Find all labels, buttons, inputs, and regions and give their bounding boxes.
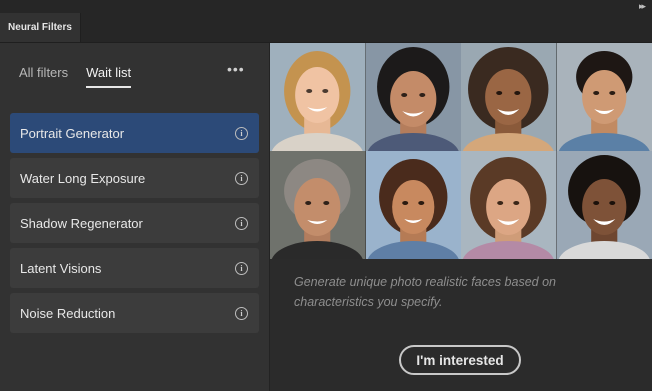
filter-list: Portrait Generator i Water Long Exposure… (10, 113, 259, 338)
filters-sidebar: All filters Wait list ••• Portrait Gener… (0, 43, 270, 391)
filter-tabs: All filters Wait list (19, 65, 132, 88)
filter-item-noise-reduction[interactable]: Noise Reduction i (10, 293, 259, 333)
info-icon[interactable]: i (235, 171, 248, 185)
portrait-image (270, 151, 366, 259)
filter-description: Generate unique photo realistic faces ba… (294, 275, 556, 309)
filter-preview: Generate unique photo realistic faces ba… (270, 43, 652, 391)
tab-all-filters[interactable]: All filters (19, 65, 68, 88)
portrait-image (365, 151, 461, 259)
panel-tab-strip: Neural Filters (0, 13, 652, 43)
filter-item-shadow-regenerator[interactable]: Shadow Regenerator i (10, 203, 259, 243)
info-icon[interactable]: i (235, 126, 248, 140)
tab-neural-filters[interactable]: Neural Filters (0, 13, 81, 42)
panel-top-bar: ▸▸ (0, 0, 652, 14)
im-interested-button[interactable]: I'm interested (399, 345, 521, 375)
portrait-image (556, 43, 652, 151)
more-horizontal-icon[interactable]: ••• (227, 61, 245, 77)
filter-item-latent-visions[interactable]: Latent Visions i (10, 248, 259, 288)
portrait-image (461, 151, 557, 259)
portrait-image (365, 43, 461, 151)
filter-item-label: Latent Visions (20, 260, 102, 276)
info-icon[interactable]: i (235, 306, 248, 320)
filter-item-water-long-exposure[interactable]: Water Long Exposure i (10, 158, 259, 198)
info-icon[interactable]: i (235, 216, 248, 230)
portrait-image (270, 43, 366, 151)
portrait-image (461, 43, 557, 151)
double-chevron-right-icon[interactable]: ▸▸ (639, 1, 646, 11)
filter-item-portrait-generator[interactable]: Portrait Generator i (10, 113, 259, 153)
filter-item-label: Water Long Exposure (20, 170, 146, 186)
info-icon[interactable]: i (235, 261, 248, 275)
filter-item-label: Portrait Generator (20, 125, 125, 141)
filter-item-label: Shadow Regenerator (20, 215, 143, 231)
tab-wait-list[interactable]: Wait list (86, 65, 132, 88)
portrait-preview-grid (270, 43, 652, 259)
portrait-image (556, 151, 652, 259)
filter-item-label: Noise Reduction (20, 305, 116, 321)
